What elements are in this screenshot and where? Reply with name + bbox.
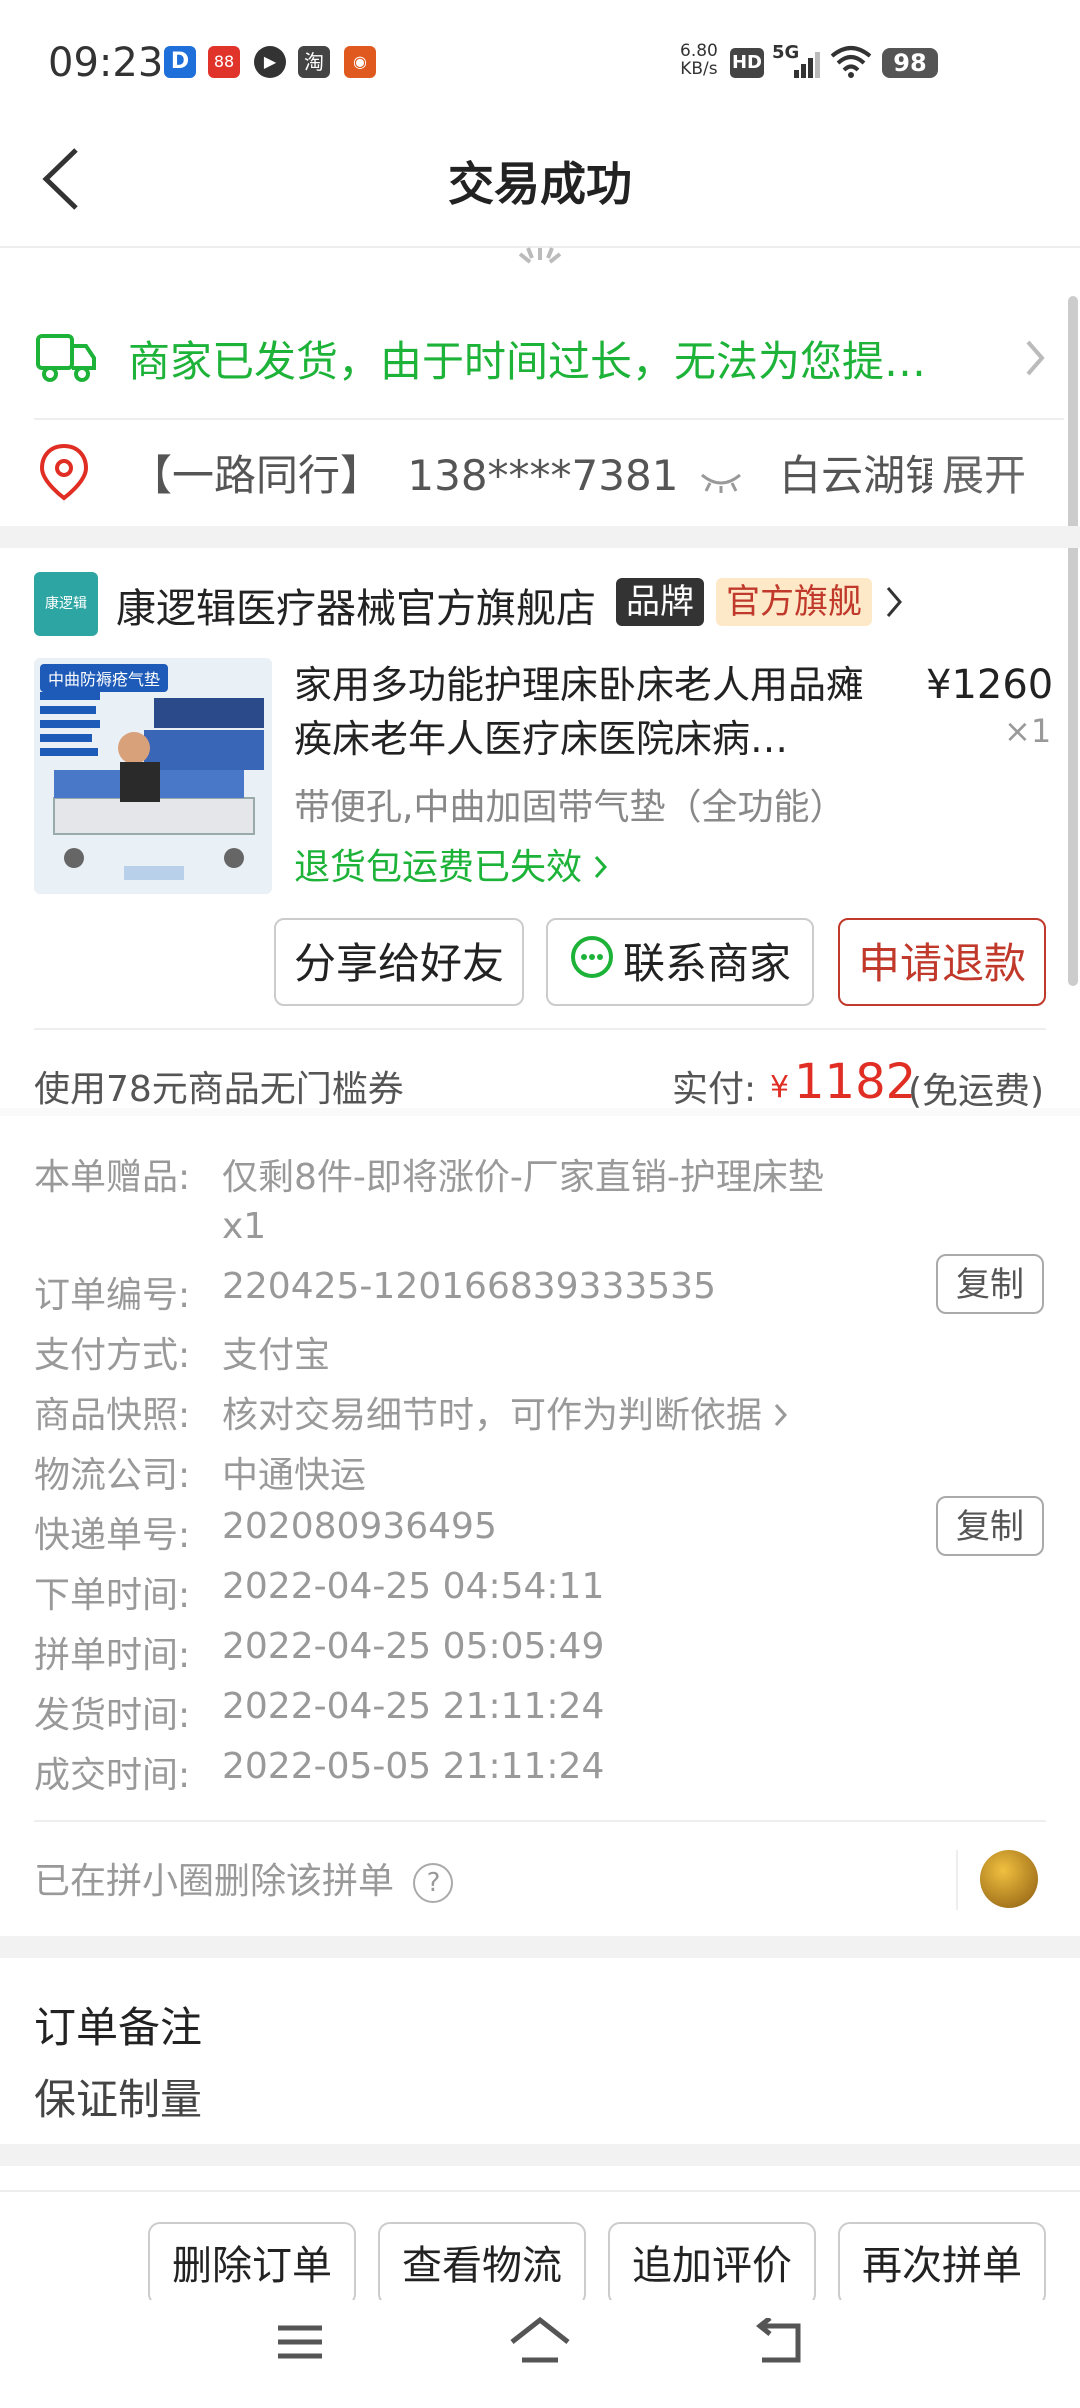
gift-value: 仅剩8件-即将涨价-厂家直销-护理床垫 [222,1157,824,1198]
deal-time-label: 成交时间: [34,1755,191,1796]
paid-label: 实付: [672,1069,757,1110]
order-note-value: 保证制量 [34,2075,203,2124]
payment-method-value: 支付宝 [222,1335,331,1376]
group-time-label: 拼单时间: [34,1635,191,1676]
snapshot-value: 核对交易细节时，可作为判断依据 [222,1395,763,1436]
brand-badge: 品牌 [616,578,704,626]
signal-icon: 5G [772,42,822,82]
ship-time-label: 发货时间: [34,1695,191,1736]
status-time: 09:23 [48,40,164,86]
request-refund-button[interactable]: 申请退款 [838,918,1046,1006]
gift-quantity: x1 [222,1206,267,1247]
product-spec: 带便孔,中曲加固带气垫（全功能） [294,787,846,828]
chat-bubble-icon [569,923,615,1011]
recipient-address: 白云湖镇 [779,451,948,500]
loading-spinner-icon [510,246,570,272]
circle-status-text: 已在拼小圈删除该拼单 ? [34,1852,454,1904]
share-button[interactable]: 分享给好友 [274,918,524,1006]
ship-time-value: 2022-04-25 21:11:24 [222,1686,605,1727]
snapshot-label: 商品快照: [34,1395,191,1436]
net-speed-unit: KB/s [680,59,718,79]
contact-seller-button[interactable]: 联系商家 [546,918,814,1006]
address-text: 【一路同行】 138****7381 白云湖镇 [130,442,947,503]
divider [34,1820,1046,1822]
scrollbar[interactable] [1068,296,1078,986]
copy-order-number-button[interactable]: 复制 [936,1254,1044,1314]
circle-status-label: 已在拼小圈删除该拼单 [34,1861,395,1902]
chevron-right-icon[interactable] [884,584,904,624]
eye-closed-icon[interactable] [698,454,744,503]
back-nav-icon[interactable] [752,2316,808,2370]
hd-icon: HD [730,48,764,78]
chevron-right-icon [593,849,609,890]
section-gap [0,526,1080,548]
reorder-button[interactable]: 再次拼单 [838,2222,1046,2306]
truck-icon [34,330,98,390]
order-time-value: 2022-04-25 04:54:11 [222,1566,605,1607]
recipient-phone: 138****7381 [407,451,679,500]
product-price: ¥1260 [926,662,1054,708]
menu-icon[interactable] [272,2320,328,2368]
snapshot-link[interactable]: 核对交易细节时，可作为判断依据 [222,1386,789,1438]
paid-amount: 1182 [794,1054,917,1110]
wifi-icon [830,44,872,82]
carrier-value: 中通快运 [222,1455,367,1496]
section-gap [0,2144,1080,2166]
store-logo[interactable]: 康逻辑 [34,572,98,636]
payment-method-label: 支付方式: [34,1335,191,1376]
battery-indicator: 98 [882,48,938,78]
recipient-name: 【一路同行】 [130,451,383,500]
net-speed: 6.80 KB/s [680,42,718,78]
contact-seller-label: 联系商家 [622,939,791,988]
address-row[interactable]: 【一路同行】 138****7381 白云湖镇 展开 [0,420,1064,555]
net-speed-value: 6.80 [680,41,718,61]
status-bar: 09:23 D 88 ▶ 淘 ◉ 6.80 KB/s HD 5G 98 [0,0,1080,110]
return-shipping-info[interactable]: 退货包运费已失效 [294,838,609,890]
chevron-right-icon [773,1397,789,1438]
page-title: 交易成功 [448,157,632,211]
shipping-free-note: (免运费) [908,1071,1045,1112]
divider [34,1028,1046,1030]
paid-currency: ¥ [770,1070,790,1105]
app-icon-5: ◉ [344,46,376,78]
app-icon-1: D [164,46,196,78]
view-logistics-button[interactable]: 查看物流 [378,2222,586,2306]
add-review-button[interactable]: 追加评价 [608,2222,816,2306]
section-gap [0,1108,1080,1116]
tracking-number-value: 202080936495 [222,1506,497,1547]
tracking-number-label: 快递单号: [34,1515,191,1556]
gift-label: 本单赠品: [34,1157,191,1198]
flagship-badge: 官方旗舰 [716,578,872,626]
shipping-status-text: 商家已发货，由于时间过长，无法为您提… [128,337,927,386]
order-number-value: 220425-120166839333535 [222,1266,716,1307]
carrier-label: 物流公司: [34,1455,191,1496]
product-title[interactable]: 家用多功能护理床卧床老人用品瘫痪床老年人医疗床医院床病… [294,658,894,766]
vertical-divider [956,1850,958,1910]
expand-label: 展开 [942,451,1027,500]
product-quantity: ×1 [1004,712,1052,750]
order-note-title: 订单备注 [34,2003,203,2052]
home-icon[interactable] [508,2316,572,2370]
group-time-value: 2022-04-25 05:05:49 [222,1626,605,1667]
section-gap [0,1936,1080,1958]
logistics-row[interactable]: 商家已发货，由于时间过长，无法为您提… [0,300,1064,420]
delete-order-button[interactable]: 删除订单 [148,2222,356,2306]
hospital-bed-illustration [40,692,264,880]
copy-tracking-number-button[interactable]: 复制 [936,1496,1044,1556]
order-time-label: 下单时间: [34,1575,191,1616]
app-icon-3: ▶ [254,46,286,78]
deal-time-value: 2022-05-05 21:11:24 [222,1746,605,1787]
help-icon[interactable]: ? [413,1863,454,1903]
return-shipping-label: 退货包运费已失效 [294,847,583,888]
order-number-label: 订单编号: [34,1275,191,1316]
avatar[interactable] [980,1850,1038,1908]
chevron-right-icon [1024,338,1046,382]
location-pin-icon [36,442,92,506]
divider [0,2190,1080,2192]
product-image[interactable]: 中曲防褥疮气垫 [34,658,272,894]
store-name[interactable]: 康逻辑医疗器械官方旗舰店 [116,576,596,634]
app-icon-4: 淘 [298,46,330,78]
app-icon-2: 88 [208,46,240,78]
coupon-text: 使用78元商品无门槛券 [34,1069,404,1110]
